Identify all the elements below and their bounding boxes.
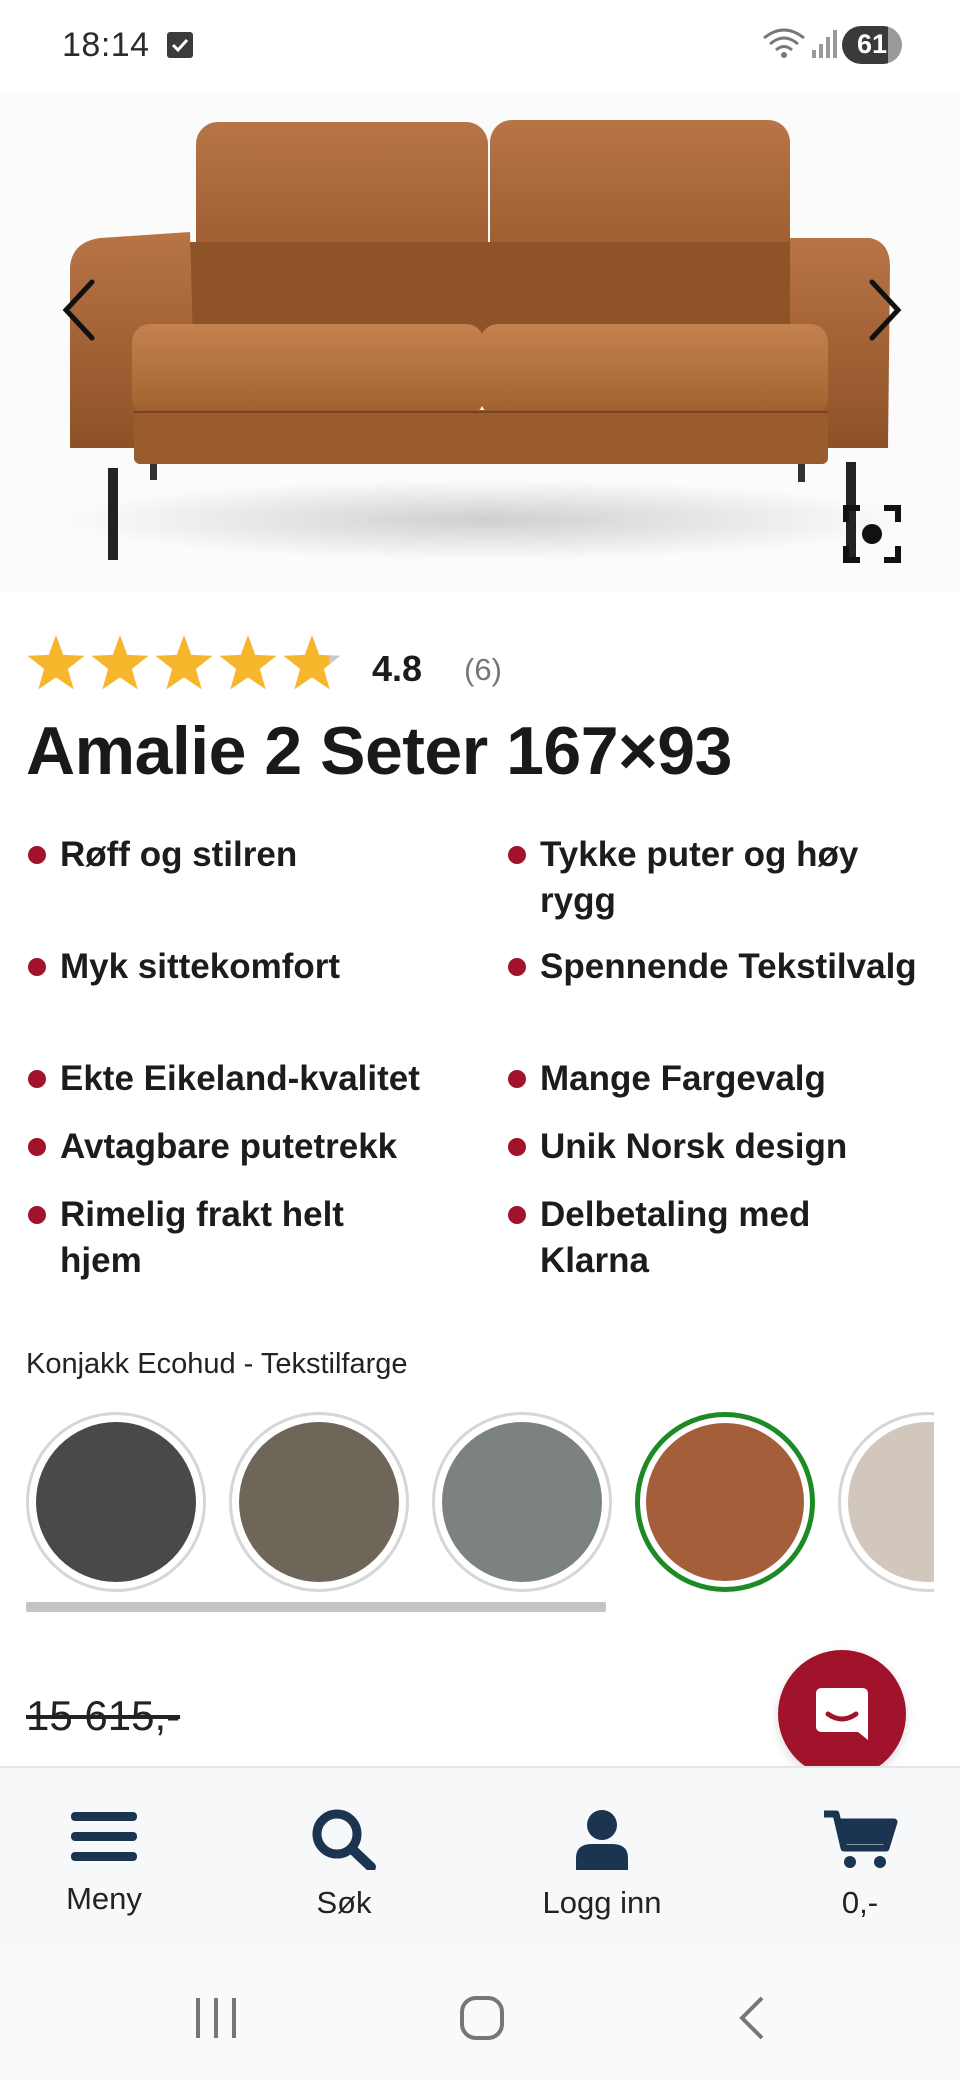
- star-icon: [283, 635, 341, 690]
- status-bar: 18:14 61: [0, 0, 960, 92]
- feature-item: Myk sittekomfort: [26, 944, 490, 990]
- color-swatch[interactable]: [432, 1412, 612, 1592]
- nav-cart-total: 0,-: [841, 1885, 879, 1920]
- feature-item: Mange Fargevalg: [506, 1056, 940, 1102]
- hamburger-menu-icon: [71, 1812, 137, 1861]
- selected-color-label: Konjakk Ecohud - Tekstilfarge: [26, 1348, 408, 1380]
- color-swatch[interactable]: [635, 1412, 815, 1592]
- signal-icon: [812, 30, 837, 58]
- nav-login[interactable]: Logg inn: [520, 1808, 684, 1921]
- review-count[interactable]: (6): [464, 652, 502, 688]
- feature-item: Røff og stilren: [26, 832, 490, 878]
- previous-image-arrow-icon[interactable]: [52, 270, 112, 350]
- next-image-arrow-icon[interactable]: [852, 270, 912, 350]
- color-swatch-carousel[interactable]: [26, 1408, 934, 1608]
- star-icon: [155, 635, 213, 690]
- feature-item: Spennende Tekstilvalg: [506, 944, 940, 990]
- original-price: 15 615,-: [26, 1692, 181, 1739]
- product-image-carousel[interactable]: [0, 92, 960, 592]
- color-swatch[interactable]: [26, 1412, 206, 1592]
- swatch-scrollbar[interactable]: [26, 1602, 606, 1612]
- chat-icon: [816, 1688, 868, 1740]
- feature-item: Ekte Eikeland-kvalitet: [26, 1056, 500, 1102]
- status-time: 18:14: [62, 26, 150, 64]
- checkbox-notification-icon: [167, 32, 193, 58]
- battery-icon: 61: [842, 26, 902, 64]
- star-icon: [91, 635, 149, 690]
- nav-login-label: Logg inn: [542, 1885, 662, 1920]
- nav-search-label: Søk: [316, 1885, 372, 1920]
- product-title: Amalie 2 Seter 167×93: [26, 713, 732, 789]
- color-swatch[interactable]: [838, 1412, 934, 1592]
- rating-value: 4.8: [372, 648, 423, 689]
- battery-level: 61: [856, 29, 888, 59]
- nav-cart[interactable]: 0,-: [800, 1808, 920, 1921]
- back-icon[interactable]: [730, 1994, 778, 2042]
- star-icon: [219, 635, 277, 690]
- ar-scan-icon[interactable]: [842, 504, 902, 564]
- feature-item: Unik Norsk design: [506, 1124, 940, 1170]
- star-icon: [27, 635, 85, 690]
- feature-item: Delbetaling med Klarna: [506, 1192, 900, 1284]
- nav-search[interactable]: Søk: [284, 1808, 404, 1921]
- bottom-navigation: Meny Søk Logg inn 0,-: [0, 1766, 960, 1954]
- feature-item: Rimelig frakt helt hjem: [26, 1192, 420, 1284]
- nav-menu[interactable]: Meny: [44, 1808, 164, 1917]
- sofa-image: [65, 120, 905, 562]
- cart-icon: [824, 1810, 898, 1868]
- color-swatch[interactable]: [229, 1412, 409, 1592]
- wifi-icon: [763, 28, 805, 58]
- feature-item: Avtagbare putetrekk: [26, 1124, 490, 1170]
- recent-apps-icon[interactable]: [192, 1994, 240, 2042]
- feature-item: Tykke puter og høy rygg: [506, 832, 940, 924]
- chat-button[interactable]: [778, 1650, 906, 1778]
- nav-menu-label: Meny: [66, 1881, 142, 1916]
- search-icon: [312, 1809, 376, 1872]
- user-icon: [576, 1810, 628, 1870]
- home-icon[interactable]: [458, 1994, 506, 2042]
- star-rating: [27, 635, 341, 690]
- system-navigation-bar: [0, 1950, 960, 2080]
